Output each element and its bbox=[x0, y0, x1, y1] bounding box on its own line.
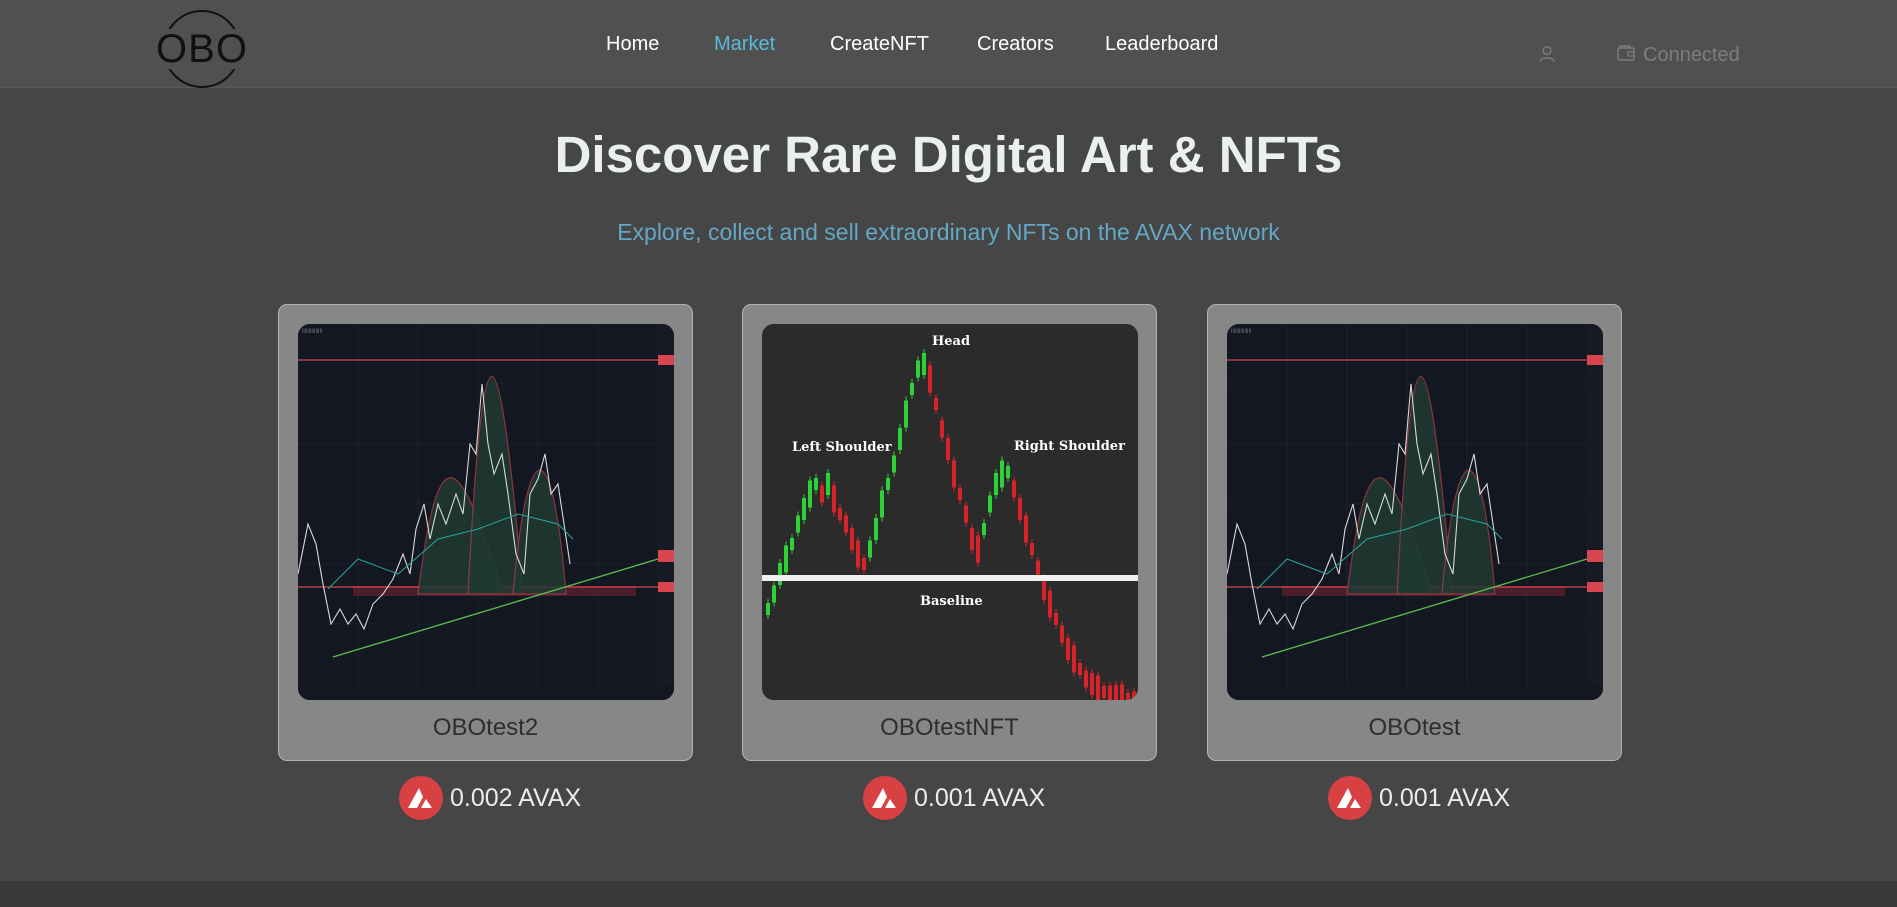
chart-label-right-shoulder: Right Shoulder bbox=[1014, 439, 1125, 454]
nav-leaderboard[interactable]: Leaderboard bbox=[1105, 33, 1218, 56]
nft-card[interactable]: Head Left Shoulder Right Shoulder Baseli… bbox=[742, 304, 1157, 761]
nft-price-label: 0.001 AVAX bbox=[914, 783, 1046, 812]
chart-label-baseline: Baseline bbox=[920, 594, 983, 609]
nav-createnft[interactable]: CreateNFT bbox=[830, 33, 929, 56]
nft-name: OBOtest bbox=[1368, 714, 1461, 741]
wallet-icon bbox=[1617, 44, 1635, 67]
chart-label-left-shoulder: Left Shoulder bbox=[792, 440, 892, 455]
svg-text:|||||||||||||||: ||||||||||||||| bbox=[1231, 328, 1251, 333]
nft-card[interactable]: ||||||||||||||| OBOtest bbox=[1207, 304, 1622, 761]
avax-icon bbox=[399, 776, 443, 820]
avax-icon bbox=[863, 776, 907, 820]
wallet-status-label: Connected bbox=[1643, 43, 1740, 66]
nav-home[interactable]: Home bbox=[606, 33, 659, 56]
nft-price: 0.001 AVAX bbox=[1328, 776, 1510, 820]
nft-image-head-shoulders: Head Left Shoulder Right Shoulder Baseli… bbox=[762, 324, 1138, 700]
user-icon[interactable] bbox=[1538, 45, 1556, 63]
chart-label-head: Head bbox=[932, 334, 970, 349]
nft-price: 0.001 AVAX bbox=[863, 776, 1045, 820]
top-navbar: OBO Home Market CreateNFT Creators Leade… bbox=[0, 0, 1897, 88]
main-nav: Home Market CreateNFT Creators Leaderboa… bbox=[0, 33, 1897, 59]
nft-card[interactable]: ||||||||||||||| OBOtest2 bbox=[278, 304, 693, 761]
page-subtitle: Explore, collect and sell extraordinary … bbox=[617, 219, 1280, 245]
nft-price-label: 0.001 AVAX bbox=[1379, 783, 1511, 812]
nft-name: OBOtest2 bbox=[432, 714, 539, 741]
svg-text:|||||||||||||||: ||||||||||||||| bbox=[302, 328, 322, 333]
nav-creators[interactable]: Creators bbox=[977, 33, 1054, 56]
footer bbox=[0, 881, 1897, 907]
nft-image-chart: ||||||||||||||| bbox=[298, 324, 674, 700]
nav-market[interactable]: Market bbox=[714, 33, 775, 56]
nft-name: OBOtestNFT bbox=[880, 714, 1019, 741]
avax-icon bbox=[1328, 776, 1372, 820]
nft-image-chart: ||||||||||||||| bbox=[1227, 324, 1603, 700]
wallet-status[interactable]: Connected bbox=[1617, 44, 1740, 66]
nft-price-label: 0.002 AVAX bbox=[450, 783, 582, 812]
nft-price: 0.002 AVAX bbox=[399, 776, 581, 820]
page-title: Discover Rare Digital Art & NFTs bbox=[554, 126, 1343, 183]
